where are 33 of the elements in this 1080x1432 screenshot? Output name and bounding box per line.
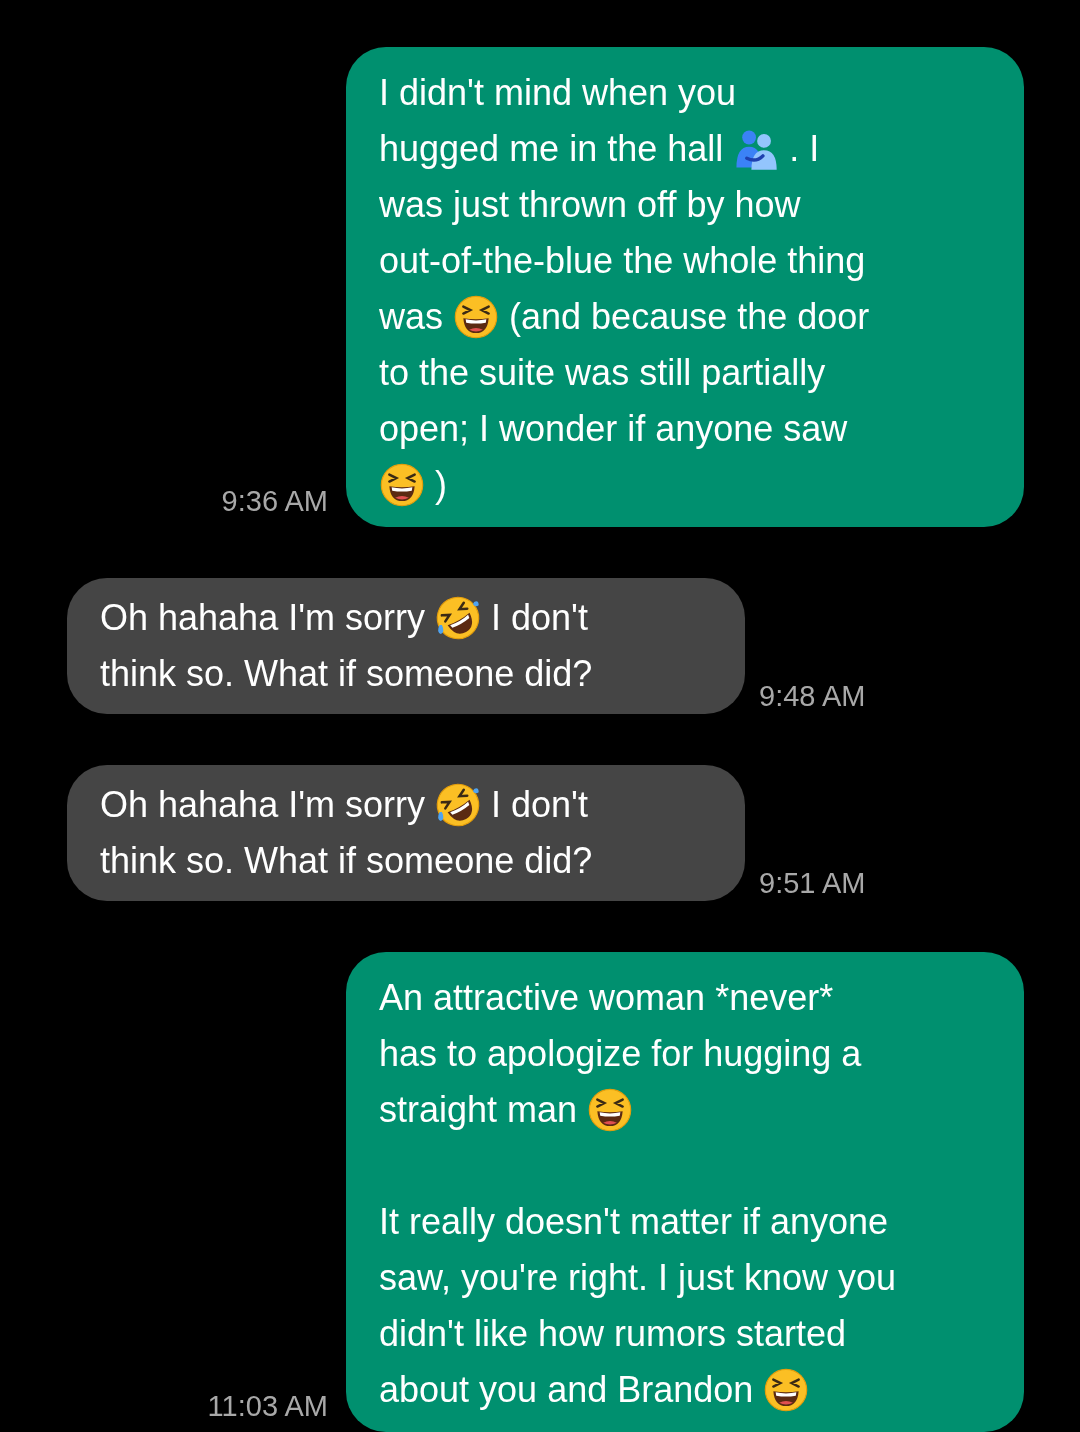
message-text: It really doesn't matter if anyone xyxy=(379,1200,889,1244)
message-text: Oh hahaha I'm sorry xyxy=(100,783,426,827)
message-text: I don't xyxy=(491,596,588,640)
message-text: saw, you're right. I just know you xyxy=(379,1256,897,1300)
message-text: out-of-the-blue the whole thing xyxy=(379,239,866,283)
message-text: think so. What if someone did? xyxy=(100,839,593,883)
message-text: open; I wonder if anyone saw xyxy=(379,407,848,451)
timestamp: 9:48 AM xyxy=(759,678,866,714)
message-text: . I xyxy=(789,127,820,171)
message-text: has to apologize for hugging a xyxy=(379,1032,862,1076)
laughing-face-icon xyxy=(763,1367,810,1413)
message-text: straight man xyxy=(379,1088,578,1132)
message-text: ) xyxy=(435,463,447,507)
laughing-face-icon xyxy=(453,294,500,340)
rolling-laughing-face-icon xyxy=(435,595,482,641)
message-text: I don't xyxy=(491,783,588,827)
message-text: think so. What if someone did? xyxy=(100,652,593,696)
message-text: An attractive woman *never* xyxy=(379,976,834,1020)
message-text: I didn't mind when you xyxy=(379,71,737,115)
laughing-face-icon xyxy=(379,462,425,508)
message-text: was xyxy=(379,295,444,339)
rolling-laughing-face-icon xyxy=(435,782,482,828)
message-text: (and because the door xyxy=(509,295,870,339)
message-text: didn't like how rumors started xyxy=(379,1312,847,1356)
message-text: hugged me in the hall xyxy=(379,127,724,171)
message-text: about you and Brandon xyxy=(379,1368,754,1412)
message-text: was just thrown off by how xyxy=(379,183,801,227)
timestamp: 9:36 AM xyxy=(221,483,328,519)
timestamp: 11:03 AM xyxy=(207,1388,328,1424)
laughing-face-icon xyxy=(587,1087,634,1133)
message-text: Oh hahaha I'm sorry xyxy=(100,596,426,640)
message-text: to the suite was still partially xyxy=(379,351,826,395)
timestamp: 9:51 AM xyxy=(759,865,866,901)
